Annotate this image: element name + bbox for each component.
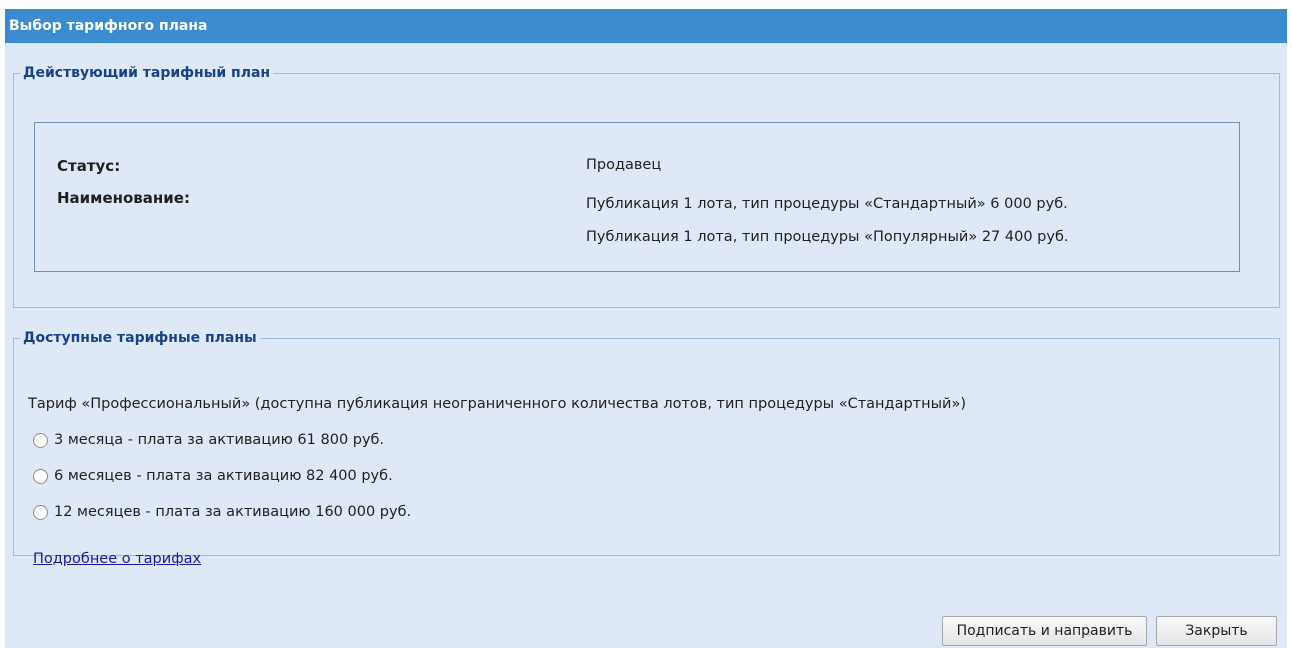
status-value: Продавец (586, 157, 662, 173)
current-plan-legend: Действующий тарифный план (23, 65, 271, 81)
plan-option-3-months[interactable]: 3 месяца - плата за активацию 61 800 руб… (33, 432, 384, 448)
plan-option-6-months[interactable]: 6 месяцев - плата за активацию 82 400 ру… (33, 468, 393, 484)
available-plans-legend: Доступные тарифные планы (23, 330, 257, 346)
name-value-1: Публикация 1 лота, тип процедуры «Станда… (586, 196, 1068, 212)
sign-and-send-button[interactable]: Подписать и направить (942, 616, 1147, 646)
tariff-details-link[interactable]: Подробнее о тарифах (33, 551, 201, 567)
dialog-title-bar: Выбор тарифного плана (5, 9, 1287, 43)
status-label: Статус: (57, 157, 121, 175)
tariff-dialog: Выбор тарифного плана Действующий тарифн… (5, 9, 1287, 648)
plan-option-12-months[interactable]: 12 месяцев - плата за активацию 160 000 … (33, 504, 411, 520)
radio-button[interactable] (33, 468, 48, 484)
name-label: Наименование: (57, 189, 190, 207)
name-value-2: Публикация 1 лота, тип процедуры «Популя… (586, 229, 1069, 245)
plan-option-label: 6 месяцев - плата за активацию 82 400 ру… (54, 468, 393, 484)
radio-button[interactable] (33, 432, 48, 448)
plan-option-label: 12 месяцев - плата за активацию 160 000 … (54, 504, 412, 520)
radio-button[interactable] (33, 504, 48, 520)
dialog-title: Выбор тарифного плана (9, 18, 208, 34)
close-button[interactable]: Закрыть (1156, 616, 1277, 646)
plan-option-label: 3 месяца - плата за активацию 61 800 руб… (54, 432, 385, 448)
tariff-description: Тариф «Профессиональный» (доступна публи… (28, 396, 966, 412)
